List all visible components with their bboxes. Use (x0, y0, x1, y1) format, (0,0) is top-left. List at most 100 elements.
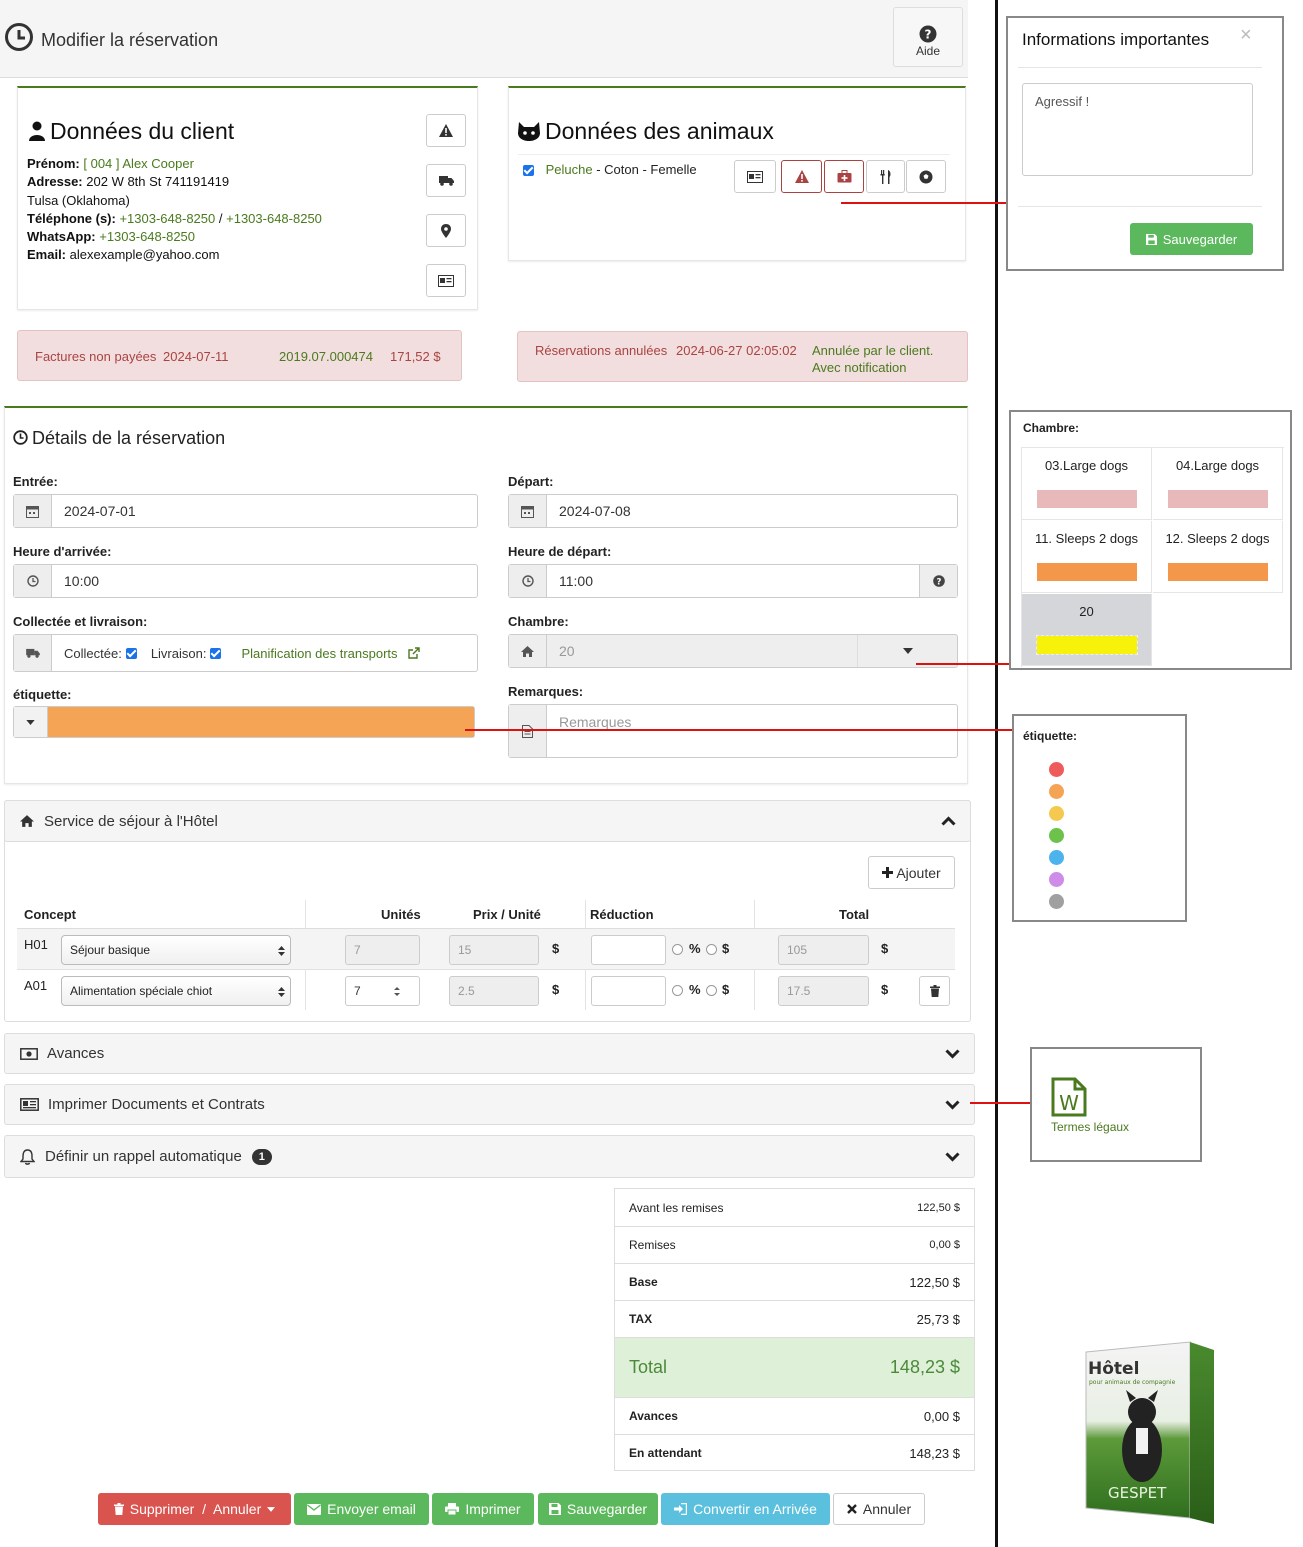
caret-down-icon (267, 1506, 276, 1512)
clock-icon (26, 575, 39, 587)
print-documents-section-header[interactable]: Imprimer Documents et Contrats (4, 1084, 975, 1125)
room-select[interactable]: 20 (508, 634, 958, 668)
time-help-button[interactable]: ? (919, 565, 957, 597)
pet-warning-button[interactable] (781, 160, 822, 193)
print-button[interactable]: Imprimer (432, 1493, 534, 1525)
legal-terms-link[interactable]: Termes légaux (1051, 1120, 1129, 1134)
phone-link[interactable]: +1303-648-8250 (226, 211, 322, 226)
important-info-textarea[interactable]: Agressif ! (1022, 83, 1253, 176)
summary-row: Avances 0,00 $ (615, 1397, 974, 1434)
entree-date-field[interactable]: 2024-07-01 (13, 494, 478, 528)
room-option[interactable]: 11. Sleeps 2 dogs (1022, 521, 1152, 593)
stepper-icon[interactable] (393, 985, 401, 998)
concept-select[interactable]: Séjour basique (61, 935, 291, 965)
callout-line (970, 1102, 1033, 1104)
printer-icon (445, 1503, 460, 1515)
delete-cancel-button[interactable]: Supprimer / Annuler (98, 1493, 291, 1525)
discount-percent-radio[interactable] (672, 985, 683, 996)
concept-select[interactable]: Alimentation spéciale chiot (61, 976, 291, 1006)
tag-dropdown-toggle[interactable] (14, 707, 48, 737)
pet-link[interactable]: Peluche (546, 162, 593, 177)
client-location-button[interactable] (426, 214, 466, 247)
room-availability-bar (1167, 562, 1269, 582)
client-link[interactable]: [ 004 ] Alex Cooper (83, 156, 194, 171)
summary-row: TAX 25,73 $ (615, 1300, 974, 1337)
pet-ball-button[interactable] (906, 160, 946, 193)
tag-color-option[interactable] (1049, 806, 1064, 821)
send-email-button[interactable]: Envoyer email (294, 1493, 429, 1525)
depart-date-field[interactable]: 2024-07-08 (508, 494, 958, 528)
tag-picker-title: étiquette: (1023, 729, 1077, 743)
discount-percent-radio[interactable] (672, 944, 683, 955)
tag-color-option[interactable] (1049, 762, 1064, 777)
pet-food-button[interactable] (866, 160, 905, 193)
phone-link[interactable]: +1303-648-8250 (119, 211, 215, 226)
user-icon (29, 121, 45, 141)
whatsapp-link[interactable]: +1303-648-8250 (99, 229, 195, 244)
room-option[interactable]: 12. Sleeps 2 dogs (1153, 521, 1283, 593)
client-transport-button[interactable] (426, 164, 466, 197)
plus-icon (882, 867, 894, 878)
modal-close-button[interactable]: × (1240, 24, 1252, 47)
bell-icon (20, 1148, 35, 1165)
question-icon: ? (919, 25, 937, 43)
pet-medical-button[interactable] (824, 160, 864, 193)
advances-section-header[interactable]: Avances (4, 1033, 975, 1074)
newspaper-icon (20, 1098, 39, 1111)
tag-color-option[interactable] (1049, 784, 1064, 799)
tag-color-swatch (48, 707, 474, 737)
remarks-field[interactable]: Remarques (508, 704, 958, 758)
client-warning-button[interactable] (426, 114, 466, 147)
room-option[interactable]: 04.Large dogs (1153, 448, 1283, 520)
tag-color-option[interactable] (1049, 850, 1064, 865)
transport-planning-link[interactable]: Planification des transports (241, 646, 397, 661)
save-button[interactable]: Sauvegarder (538, 1493, 658, 1525)
word-document-icon[interactable]: W (1051, 1077, 1087, 1117)
room-picker-popup: Chambre: 03.Large dogs 04.Large dogs 11.… (1009, 410, 1292, 670)
close-icon (847, 1504, 857, 1514)
room-picker-title: Chambre: (1023, 421, 1080, 435)
add-service-button[interactable]: Ajouter (868, 856, 955, 889)
id-card-icon (747, 170, 763, 183)
tag-color-option[interactable] (1049, 872, 1064, 887)
discount-input[interactable] (591, 935, 666, 965)
svg-text:?: ? (925, 28, 932, 42)
invoice-link[interactable]: 2019.07.000474 (279, 349, 373, 364)
pet-checkbox[interactable] (523, 165, 534, 177)
tag-color-option[interactable] (1049, 828, 1064, 843)
discount-dollar-radio[interactable] (706, 985, 717, 996)
summary-total-row: Total 148,23 $ (615, 1337, 974, 1397)
livraison-checkbox[interactable] (210, 647, 222, 659)
chevron-up-icon (941, 816, 956, 826)
client-card-button[interactable] (426, 264, 466, 297)
total-input: 17.5 (778, 976, 869, 1006)
arrival-time-field[interactable]: 10:00 (13, 564, 478, 598)
room-option-selected[interactable]: 20 (1022, 594, 1152, 666)
select-arrows-icon (278, 946, 285, 956)
units-input[interactable]: 7 (345, 976, 420, 1006)
unpaid-invoices-alert: Factures non payées 2024-07-11 2019.07.0… (17, 330, 462, 381)
collectee-checkbox[interactable] (125, 647, 137, 659)
convert-arrival-button[interactable]: Convertir en Arrivée (661, 1493, 830, 1525)
delete-row-button[interactable] (919, 976, 950, 1006)
chevron-down-icon (945, 1048, 960, 1059)
tag-select[interactable] (13, 706, 475, 738)
home-icon (521, 645, 534, 657)
help-button[interactable]: ? Aide (893, 7, 963, 67)
discount-input[interactable] (591, 976, 666, 1006)
product-box-image: Hôtel pour animaux de compagnie GESPET (1085, 1341, 1214, 1524)
modal-save-button[interactable]: Sauvegarder (1130, 223, 1253, 255)
summary-row: Avant les remises 122,50 $ (629, 1200, 960, 1215)
reminder-count-badge: 1 (251, 1148, 272, 1165)
warning-icon (794, 170, 809, 183)
room-availability-bar (1167, 489, 1269, 509)
discount-dollar-radio[interactable] (706, 944, 717, 955)
room-option[interactable]: 03.Large dogs (1022, 448, 1152, 520)
reminder-section-header[interactable]: Définir un rappel automatique 1 (4, 1135, 975, 1178)
service-section-header[interactable]: Service de séjour à l'Hôtel (4, 800, 971, 842)
cancel-button[interactable]: Annuler (833, 1493, 925, 1525)
departure-time-field[interactable]: 11:00 ? (508, 564, 958, 598)
tag-color-option[interactable] (1049, 894, 1064, 909)
svg-text:W: W (1059, 1091, 1079, 1115)
pet-card-button[interactable] (734, 160, 776, 193)
